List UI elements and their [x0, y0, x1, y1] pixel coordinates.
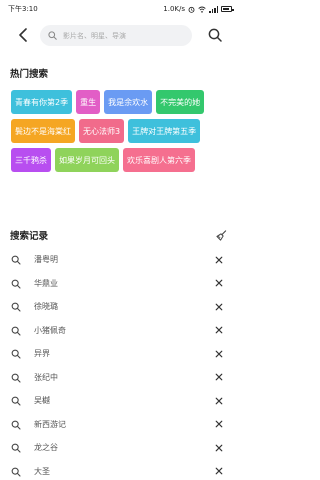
history-item-label: 潘粤明: [34, 255, 58, 265]
search-header: [0, 20, 240, 50]
wifi-icon: [198, 6, 206, 13]
hot-search-tag[interactable]: 重生: [76, 90, 101, 114]
hot-search-tag[interactable]: 无心法师3: [79, 119, 125, 143]
history-item-label: 异界: [34, 349, 50, 359]
history-item-label: 小猪佩奇: [34, 325, 66, 335]
hot-search-tag[interactable]: 欢乐喜剧人第六季: [123, 148, 195, 172]
close-icon: [215, 279, 222, 287]
hot-search-title: 热门搜索: [10, 69, 49, 80]
hot-search-tag[interactable]: 王牌对王牌第五季: [128, 119, 201, 143]
history-item-label: 新西游记: [34, 419, 66, 429]
broom-icon: [215, 229, 226, 241]
status-time: 下午3:10: [8, 5, 38, 13]
history-item[interactable]: 小猪佩奇: [0, 319, 240, 343]
history-item[interactable]: 吴樾: [0, 389, 240, 413]
history-item[interactable]: 张纪中: [0, 366, 240, 390]
search-icon: [11, 349, 21, 359]
search-history-list: 潘粤明华鼎业徐晓璐小猪佩奇异界张纪中吴樾新西游记龙之谷大圣: [0, 248, 240, 480]
hot-search-tag[interactable]: 三千鸦杀: [11, 148, 51, 172]
clear-history-button[interactable]: [214, 228, 228, 242]
close-icon: [215, 467, 222, 475]
hot-search-tag[interactable]: 不完美的她: [156, 90, 205, 114]
delete-history-button[interactable]: [213, 442, 224, 453]
close-icon: [215, 256, 222, 263]
battery-icon: [221, 6, 234, 12]
history-item[interactable]: 徐晓璐: [0, 295, 240, 319]
delete-history-button[interactable]: [213, 348, 224, 359]
close-icon: [215, 326, 222, 334]
history-item-label: 徐晓璐: [34, 302, 58, 312]
hot-search-tag[interactable]: 青春有你第2季: [11, 90, 73, 114]
chevron-left-icon: [19, 28, 27, 42]
network-speed: 1.0K/s: [163, 5, 185, 13]
close-icon: [215, 303, 222, 310]
search-button[interactable]: [206, 26, 224, 44]
history-item[interactable]: 大圣: [0, 460, 240, 480]
history-item-label: 吴樾: [34, 396, 50, 406]
search-icon: [11, 255, 21, 265]
history-item[interactable]: 潘粤明: [0, 248, 240, 272]
search-icon: [11, 467, 21, 477]
search-icon: [11, 326, 21, 336]
history-item[interactable]: 异界: [0, 342, 240, 366]
alarm-icon: [188, 6, 195, 13]
status-bar: 下午3:10 1.0K/s: [0, 0, 240, 18]
close-icon: [215, 373, 222, 381]
delete-history-button[interactable]: [213, 301, 224, 312]
history-item[interactable]: 华鼎业: [0, 272, 240, 296]
history-item[interactable]: 龙之谷: [0, 436, 240, 460]
battery-level: [223, 8, 229, 10]
delete-history-button[interactable]: [213, 254, 224, 265]
delete-history-button[interactable]: [213, 325, 224, 336]
search-icon: [11, 420, 21, 430]
search-bar[interactable]: [40, 25, 192, 46]
search-icon: [11, 279, 21, 289]
search-icon: [11, 373, 21, 383]
close-icon: [215, 444, 222, 451]
delete-history-button[interactable]: [213, 278, 224, 289]
delete-history-button[interactable]: [213, 395, 224, 406]
search-icon: [48, 31, 57, 40]
history-item[interactable]: 新西游记: [0, 413, 240, 437]
hot-search-tags: 青春有你第2季 重生 我是余欢水 不完美的她鬓边不是海棠红 无心法师3 王牌对王牌第五季三…: [11, 90, 235, 172]
history-item-label: 张纪中: [34, 372, 58, 382]
status-indicators: 1.0K/s: [163, 5, 234, 13]
close-icon: [215, 397, 222, 404]
search-input[interactable]: [63, 31, 183, 40]
search-icon: [208, 28, 222, 42]
delete-history-button[interactable]: [213, 466, 224, 477]
close-icon: [215, 350, 222, 357]
search-icon: [11, 443, 21, 453]
history-item-label: 龙之谷: [34, 443, 58, 453]
history-item-label: 大圣: [34, 466, 50, 476]
delete-history-button[interactable]: [213, 372, 224, 383]
history-item-label: 华鼎业: [34, 278, 58, 288]
search-history-title: 搜索记录: [10, 231, 49, 242]
close-icon: [215, 420, 222, 428]
hot-search-tag[interactable]: 我是余欢水: [104, 90, 153, 114]
hot-search-tag[interactable]: 鬓边不是海棠红: [11, 119, 75, 143]
back-button[interactable]: [14, 26, 32, 44]
hot-search-tag[interactable]: 如果岁月可回头: [55, 148, 119, 172]
search-icon: [11, 396, 21, 406]
signal-icon: [209, 5, 218, 13]
search-icon: [11, 302, 21, 312]
delete-history-button[interactable]: [213, 419, 224, 430]
